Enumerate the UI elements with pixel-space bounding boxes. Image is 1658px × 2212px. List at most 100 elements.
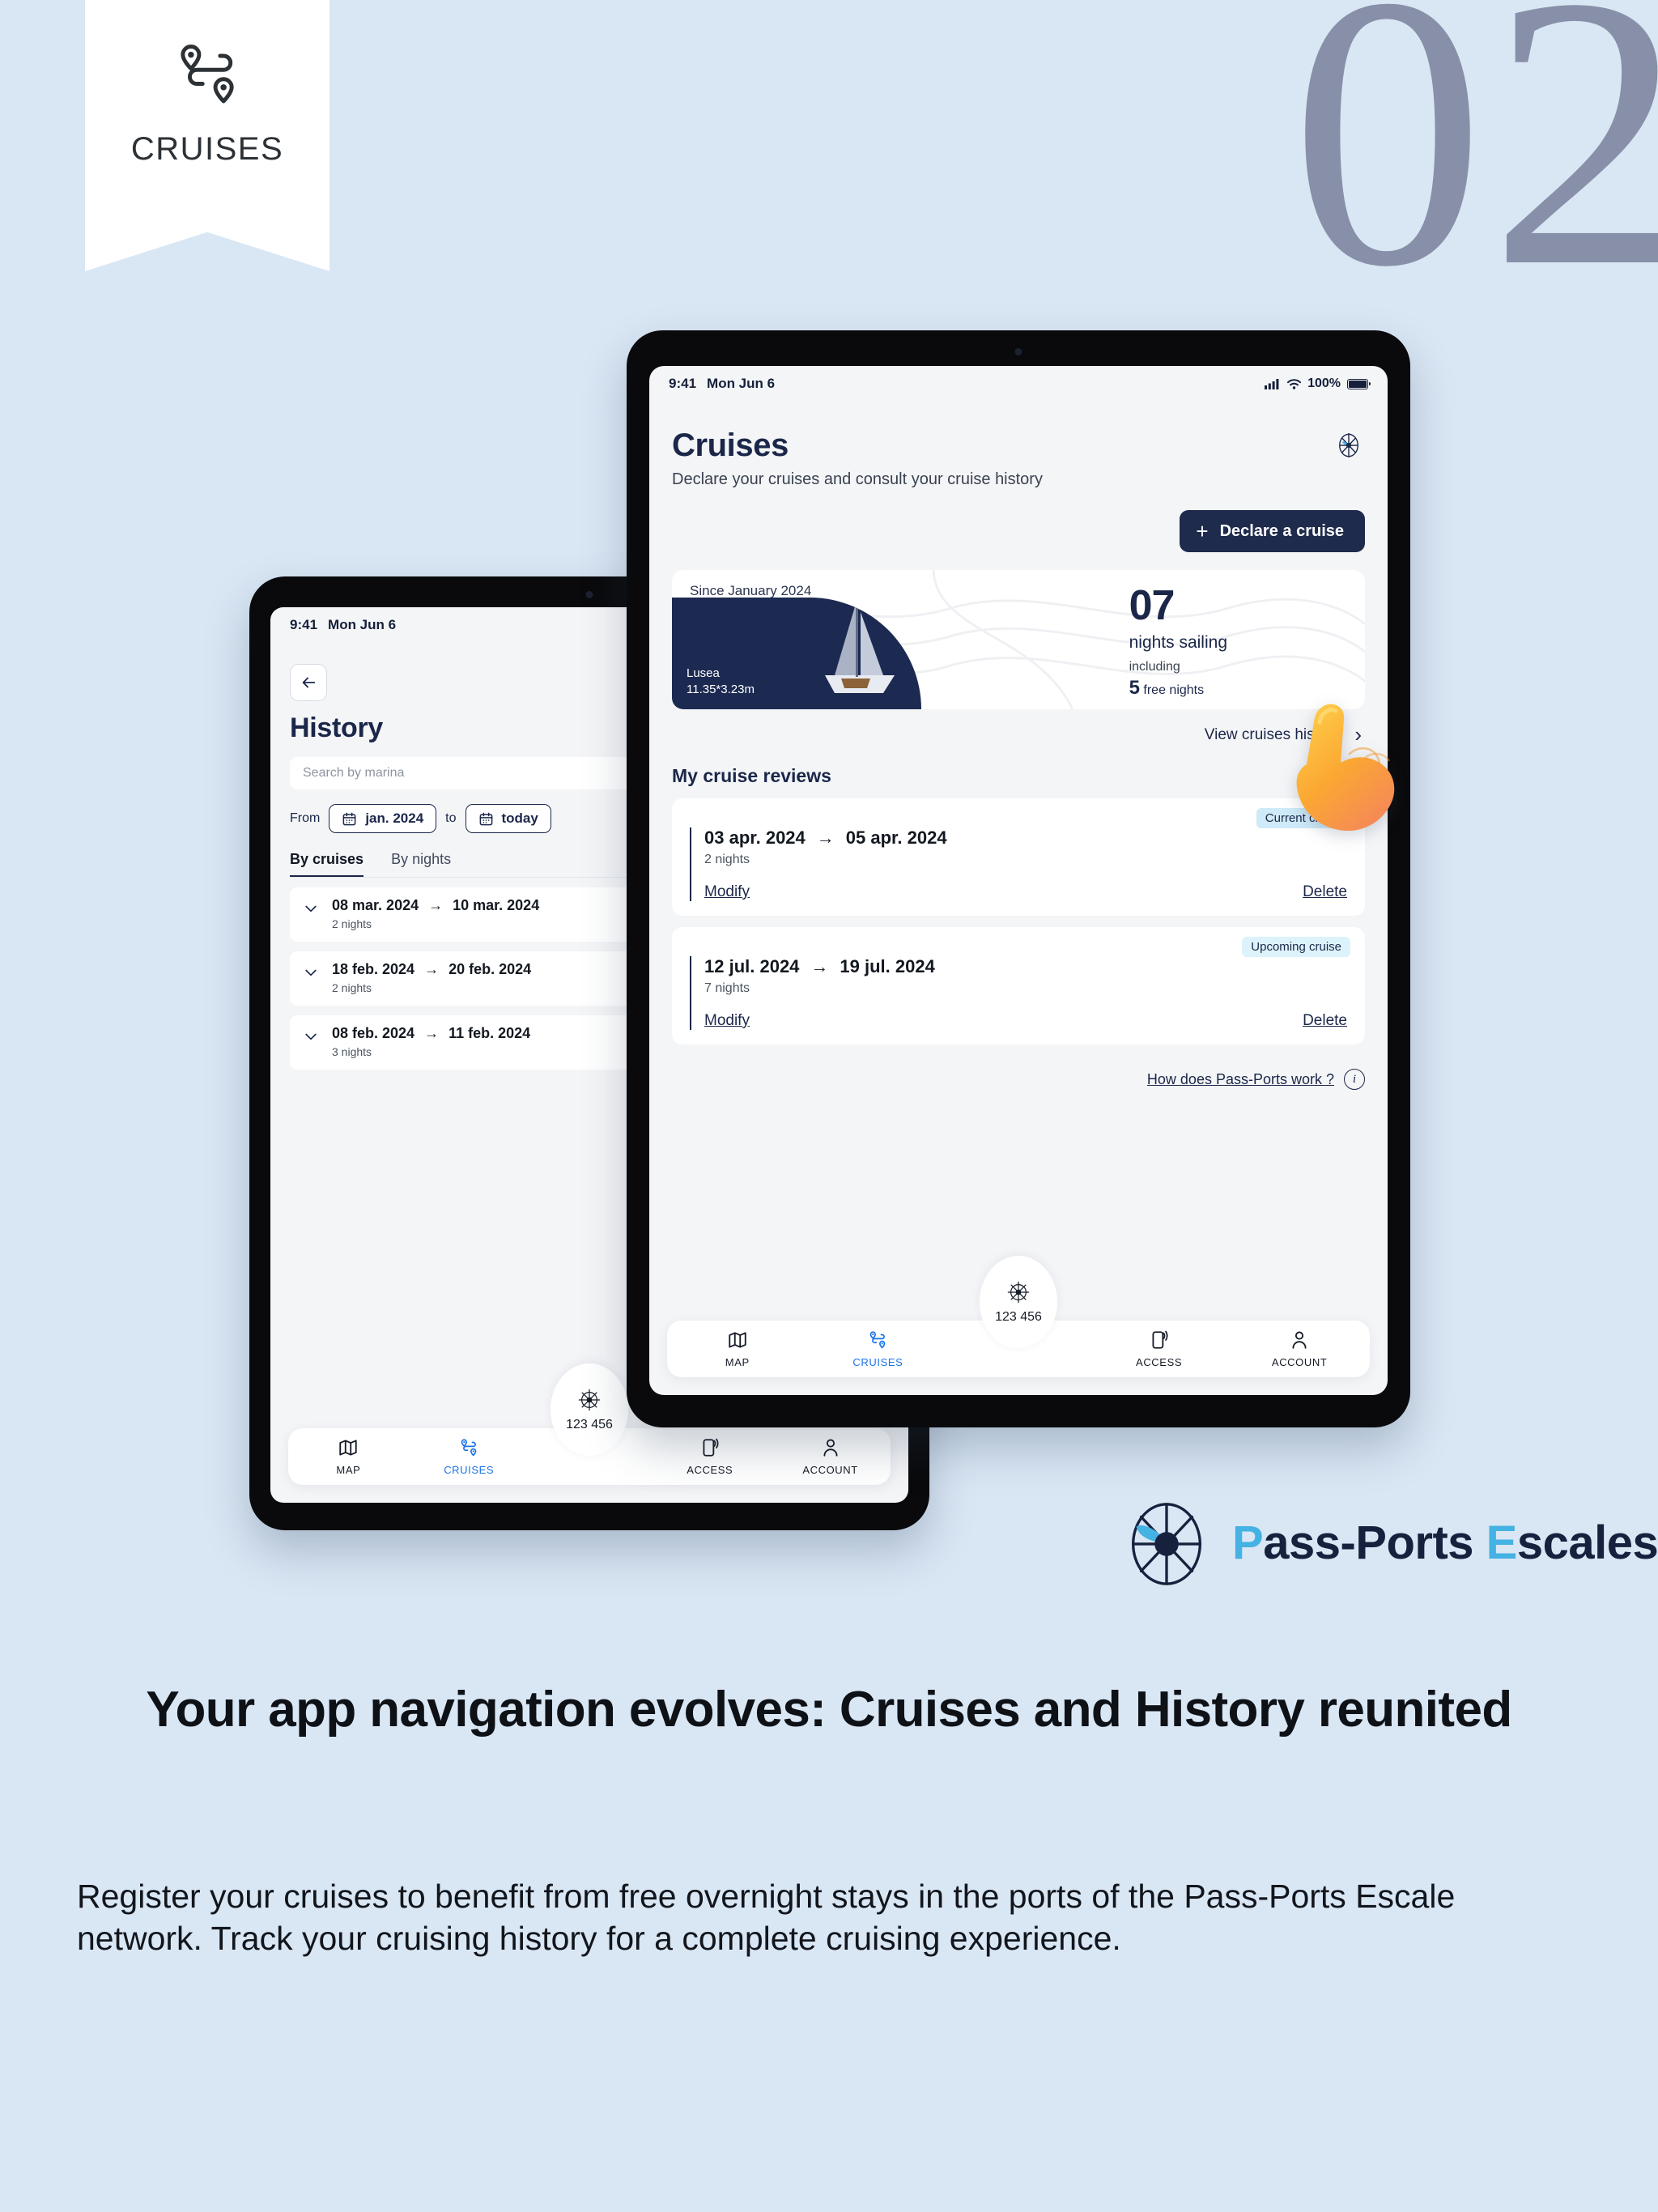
cruise-start-date: 12 jul. 2024 <box>704 956 800 976</box>
brand-escales: scales <box>1516 1516 1658 1569</box>
nav-item-cruises[interactable]: CRUISES <box>409 1437 529 1476</box>
nav-center-points-button[interactable]: 123 456 <box>551 1363 628 1456</box>
wifi-icon <box>1287 378 1302 389</box>
declare-cruise-button[interactable]: + Declare a cruise <box>1180 510 1365 552</box>
brand-initial-e: E <box>1486 1516 1518 1569</box>
nav-item-map[interactable]: MAP <box>288 1437 409 1476</box>
person-icon <box>823 1439 838 1457</box>
arrow-right-icon: → <box>424 961 440 977</box>
nights-sailing-label: nights sailing <box>1129 633 1227 652</box>
nav-label-access: ACCESS <box>687 1464 733 1476</box>
boat-size: 11.35*3.23m <box>687 682 755 696</box>
nav-label-map: MAP <box>725 1356 750 1368</box>
to-label: to <box>445 811 457 825</box>
points-count: 123 456 <box>995 1309 1042 1324</box>
route-waypoints-icon <box>870 1331 886 1349</box>
history-end-date: 10 mar. 2024 <box>453 897 540 913</box>
modify-link[interactable]: Modify <box>704 883 750 901</box>
view-cruises-history-link[interactable]: View cruises history › <box>672 722 1365 747</box>
how-it-works-row[interactable]: How does Pass-Ports work ? i <box>672 1069 1365 1090</box>
nav-item-access[interactable]: ACCESS <box>1089 1329 1230 1368</box>
nav-label-account: ACCOUNT <box>1271 1356 1328 1368</box>
status-bar: 9:41 Mon Jun 6 100% <box>649 366 1388 395</box>
nav-item-access[interactable]: ACCESS <box>649 1437 770 1476</box>
nav-item-account[interactable]: ACCOUNT <box>1229 1329 1370 1368</box>
date-from-picker[interactable]: jan. 2024 <box>329 804 437 833</box>
sailboat-icon <box>825 601 895 693</box>
arrow-left-icon <box>302 677 316 688</box>
chevron-down-icon <box>305 1033 317 1040</box>
how-it-works-link[interactable]: How does Pass-Ports work ? <box>1147 1071 1334 1088</box>
modify-link[interactable]: Modify <box>704 1012 750 1030</box>
page-body-text: Register your cruises to benefit from fr… <box>77 1878 1456 1958</box>
history-start-date: 08 mar. 2024 <box>332 897 419 913</box>
section-ribbon-badge: CRUISES <box>85 0 329 271</box>
nav-item-map[interactable]: MAP <box>667 1329 808 1368</box>
plus-icon: + <box>1196 519 1209 543</box>
calendar-icon <box>342 812 356 825</box>
brand-name: Pass-Ports Escales <box>1232 1516 1658 1570</box>
nav-item-account[interactable]: ACCOUNT <box>770 1437 891 1476</box>
tab-by-cruises[interactable]: By cruises <box>290 851 364 877</box>
camera-dot <box>585 591 593 598</box>
map-icon <box>729 1332 746 1348</box>
compass-logo-icon <box>1339 433 1358 457</box>
tablet-device-cruises: 9:41 Mon Jun 6 100% Cruises Declare your… <box>621 325 1416 1433</box>
map-icon <box>339 1440 358 1456</box>
delete-link[interactable]: Delete <box>1303 883 1347 901</box>
phone-signal-icon <box>703 1438 719 1457</box>
chevron-down-icon <box>305 905 317 912</box>
ribbon-label: CRUISES <box>130 131 284 167</box>
boat-illustration: Lusea 11.35*3.23m <box>672 598 921 709</box>
history-start-date: 18 feb. 2024 <box>332 961 415 977</box>
cruise-nights: 2 nights <box>704 853 750 866</box>
search-placeholder: Search by marina <box>303 766 405 780</box>
delete-link[interactable]: Delete <box>1303 1012 1347 1030</box>
free-nights-value: 5 <box>1129 677 1140 699</box>
brand-passports: ass-Ports <box>1263 1516 1486 1569</box>
status-date: Mon Jun 6 <box>707 376 776 391</box>
sailing-stats-banner: Since January 2024 Lusea 11.35*3.23m 07 … <box>672 570 1365 709</box>
page-headline: Your app navigation evolves: Cruises and… <box>146 1682 1512 1738</box>
including-label: including <box>1129 660 1180 674</box>
info-icon[interactable]: i <box>1344 1069 1365 1090</box>
date-to-value: today <box>501 810 538 826</box>
date-to-picker[interactable]: today <box>465 804 551 833</box>
history-start-date: 08 feb. 2024 <box>332 1025 415 1041</box>
cellular-signal-icon <box>1265 379 1279 389</box>
ship-wheel-icon <box>1007 1281 1030 1303</box>
section-title-cruise-reviews: My cruise reviews <box>672 765 831 786</box>
camera-dot <box>1014 348 1022 355</box>
free-nights-label: free nights <box>1143 683 1205 697</box>
nav-item-cruises[interactable]: CRUISES <box>808 1329 949 1368</box>
cruise-card[interactable]: Current cruise 03 apr. 2024 → 05 apr. 20… <box>672 798 1365 916</box>
nav-center-points-button[interactable]: 123 456 <box>980 1256 1057 1348</box>
battery-percent: 100% <box>1307 376 1341 390</box>
battery-icon <box>1347 378 1371 389</box>
cruise-start-date: 03 apr. 2024 <box>704 827 806 848</box>
from-label: From <box>290 811 321 825</box>
pointing-hand-cursor <box>1296 704 1395 831</box>
back-button[interactable] <box>290 664 327 701</box>
history-end-date: 20 feb. 2024 <box>449 961 532 977</box>
boat-name: Lusea <box>687 666 720 680</box>
history-nights: 2 nights <box>332 981 372 994</box>
nav-label-account: ACCOUNT <box>802 1464 858 1476</box>
phone-signal-icon <box>1152 1330 1168 1349</box>
cruise-card[interactable]: Upcoming cruise 12 jul. 2024 → 19 jul. 2… <box>672 927 1365 1044</box>
status-date: Mon Jun 6 <box>328 617 397 632</box>
cruises-screen: 9:41 Mon Jun 6 100% Cruises Declare your… <box>649 366 1388 1395</box>
cruise-nights: 7 nights <box>704 981 750 995</box>
page-title: Cruises <box>672 428 789 463</box>
status-time: 9:41 <box>290 617 318 632</box>
nav-label-access: ACCESS <box>1136 1356 1183 1368</box>
status-time: 9:41 <box>669 376 697 391</box>
bottom-navigation: MAP CRUISES ACCESS ACCOUNT 123 456 <box>270 1363 908 1485</box>
arrow-right-icon: → <box>810 956 829 976</box>
route-waypoints-icon <box>181 45 234 104</box>
chevron-down-icon <box>305 969 317 976</box>
brand-initial-p: P <box>1232 1516 1264 1569</box>
tab-by-nights[interactable]: By nights <box>391 851 451 877</box>
calendar-icon <box>479 812 492 825</box>
brand-logo: Pass-Ports Escales <box>1119 1495 1658 1590</box>
